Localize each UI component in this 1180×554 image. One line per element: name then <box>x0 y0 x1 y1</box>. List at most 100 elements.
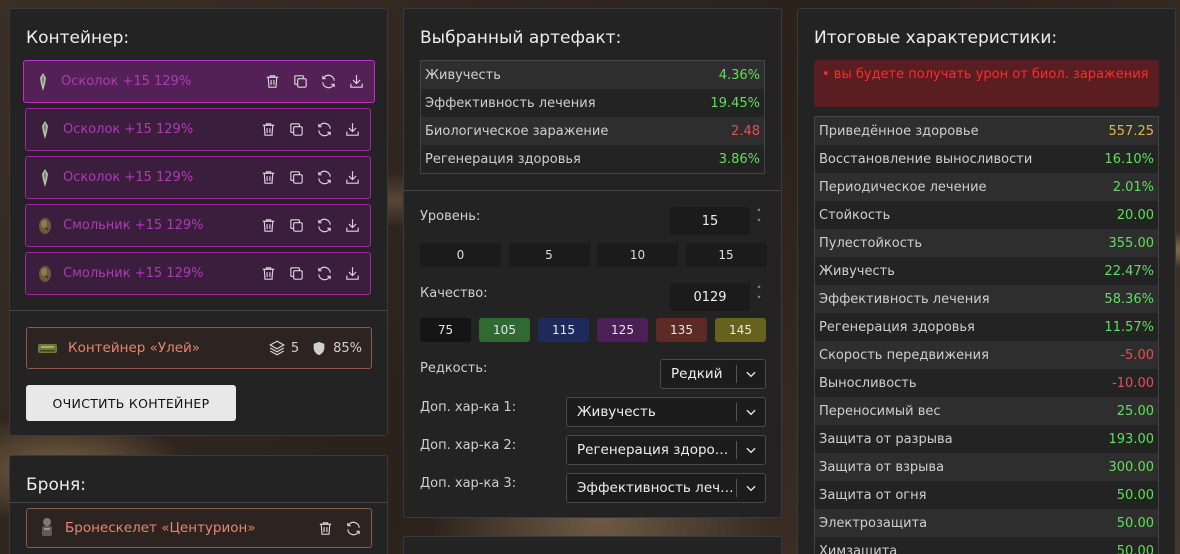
container-divider <box>10 310 387 311</box>
level-preset-button[interactable]: 5 <box>508 243 590 267</box>
container-slot[interactable]: Осколок +15 129% <box>25 108 371 151</box>
layers-icon <box>268 339 286 357</box>
level-stepper[interactable]: ˄ ˅ <box>753 209 765 229</box>
stat-value: 50.00 <box>1116 543 1154 554</box>
stat-value: -10.00 <box>1112 375 1154 391</box>
stat-value: 2.48 <box>731 123 760 139</box>
container-item[interactable]: Контейнер «Улей» 5 85% <box>26 327 372 369</box>
download-icon[interactable] <box>343 120 362 139</box>
quality-preset-button[interactable]: 75 <box>420 318 471 342</box>
quality-preset-button[interactable]: 105 <box>479 318 530 342</box>
stat-name: Переносимый вес <box>819 403 941 419</box>
warning-text: • вы будете получать урон от биол. зараж… <box>822 67 1149 82</box>
stat-row: Приведённое здоровье 557.25 <box>815 117 1158 145</box>
extra3-label: Доп. хар-ка 3: <box>420 476 517 491</box>
stat-value: 25.00 <box>1116 403 1154 419</box>
quality-preset-button[interactable]: 145 <box>715 318 766 342</box>
swap-icon[interactable] <box>315 168 334 187</box>
stat-name: Живучесть <box>819 263 895 279</box>
stat-name: Эффективность лечения <box>425 95 596 111</box>
stat-row: Защита от взрыва 300.00 <box>815 453 1158 481</box>
stat-value: 3.86% <box>718 151 760 167</box>
rarity-select[interactable]: Редкий <box>660 359 766 389</box>
container-slot[interactable]: Осколок +15 129% <box>25 156 371 199</box>
chevron-down-icon <box>737 405 765 419</box>
container-slot[interactable]: Смольник +15 129% <box>25 252 371 295</box>
extra2-select[interactable]: Регенерация здоровья <box>566 435 766 465</box>
level-preset-button[interactable]: 15 <box>685 243 767 267</box>
copy-icon[interactable] <box>287 264 306 283</box>
container-slot[interactable]: Осколок +15 129% <box>23 60 375 103</box>
stat-row: Химзащита 50.00 <box>815 537 1158 554</box>
stat-name: Регенерация здоровья <box>819 319 975 335</box>
stat-value: 50.00 <box>1116 487 1154 503</box>
stat-value: 2.01% <box>1112 179 1154 195</box>
clear-container-button[interactable]: ОЧИСТИТЬ КОНТЕЙНЕР <box>26 385 236 421</box>
copy-icon[interactable] <box>291 72 310 91</box>
swap-icon[interactable] <box>315 216 334 235</box>
trash-icon[interactable] <box>263 72 282 91</box>
slot-name: Осколок +15 129% <box>63 122 194 137</box>
slot-name: Смольник +15 129% <box>63 266 204 281</box>
swap-icon[interactable] <box>319 72 338 91</box>
stat-name: Химзащита <box>819 543 898 554</box>
quality-preset-button[interactable]: 115 <box>538 318 589 342</box>
copy-icon[interactable] <box>287 216 306 235</box>
stat-row: Защита от разрыва 193.00 <box>815 425 1158 453</box>
stat-name: Стойкость <box>819 207 891 223</box>
quality-preset-button[interactable]: 135 <box>656 318 707 342</box>
stat-row: Восстановление выносливости 16.10% <box>815 145 1158 173</box>
artifact-icon <box>37 167 53 189</box>
stat-row: Скорость передвижения -5.00 <box>815 341 1158 369</box>
quality-label: Качество: <box>420 286 488 301</box>
download-icon[interactable] <box>347 72 366 91</box>
trash-icon[interactable] <box>259 168 278 187</box>
stat-name: Регенерация здоровья <box>425 151 581 167</box>
trash-icon[interactable] <box>316 519 335 538</box>
stat-row: Эффективность лечения 19.45% <box>421 89 764 117</box>
stat-row: Пулестойкость 355.00 <box>815 229 1158 257</box>
trash-icon[interactable] <box>259 120 278 139</box>
copy-icon[interactable] <box>287 120 306 139</box>
level-input[interactable]: 15 <box>670 207 750 235</box>
container-slot[interactable]: Смольник +15 129% <box>25 204 371 247</box>
level-preset-button[interactable]: 0 <box>420 243 501 267</box>
level-preset-button[interactable]: 10 <box>597 243 678 267</box>
trash-icon[interactable] <box>259 264 278 283</box>
rarity-value: Редкий <box>671 366 723 382</box>
armor-title: Броня: <box>26 475 86 495</box>
trash-icon[interactable] <box>259 216 278 235</box>
stat-name: Пулестойкость <box>819 235 923 251</box>
stat-name: Защита от разрыва <box>819 431 953 447</box>
extra1-label: Доп. хар-ка 1: <box>420 400 517 415</box>
swap-icon[interactable] <box>315 264 334 283</box>
copy-icon[interactable] <box>287 168 306 187</box>
chevron-down-icon <box>737 443 765 457</box>
quality-preset-button[interactable]: 125 <box>597 318 648 342</box>
armor-divider <box>10 502 387 503</box>
container-protection: 85% <box>333 340 362 356</box>
artifact-icon <box>37 119 53 141</box>
artifact-icon <box>35 71 51 93</box>
quality-stepper[interactable]: ˄ ˅ <box>753 286 765 306</box>
level-label: Уровень: <box>420 209 481 224</box>
extra1-select[interactable]: Живучесть <box>566 397 766 427</box>
armor-item[interactable]: Бронескелет «Центурион» <box>26 508 372 548</box>
slot-name: Осколок +15 129% <box>61 74 192 89</box>
stat-name: Периодическое лечение <box>819 179 987 195</box>
stat-row: Защита от огня 50.00 <box>815 481 1158 509</box>
stat-value: 193.00 <box>1108 431 1155 447</box>
stat-value: 11.57% <box>1104 319 1154 335</box>
stat-row: Живучесть 4.36% <box>421 61 764 89</box>
quality-input[interactable]: 0129 <box>670 283 750 311</box>
download-icon[interactable] <box>343 168 362 187</box>
stat-value: 22.47% <box>1104 263 1154 279</box>
extra3-select[interactable]: Эффективность лечения <box>566 473 766 503</box>
download-icon[interactable] <box>343 216 362 235</box>
shield-icon <box>311 340 327 357</box>
swap-icon[interactable] <box>315 120 334 139</box>
stat-name: Живучесть <box>425 67 501 83</box>
swap-icon[interactable] <box>344 519 363 538</box>
stat-name: Приведённое здоровье <box>819 123 979 139</box>
download-icon[interactable] <box>343 264 362 283</box>
